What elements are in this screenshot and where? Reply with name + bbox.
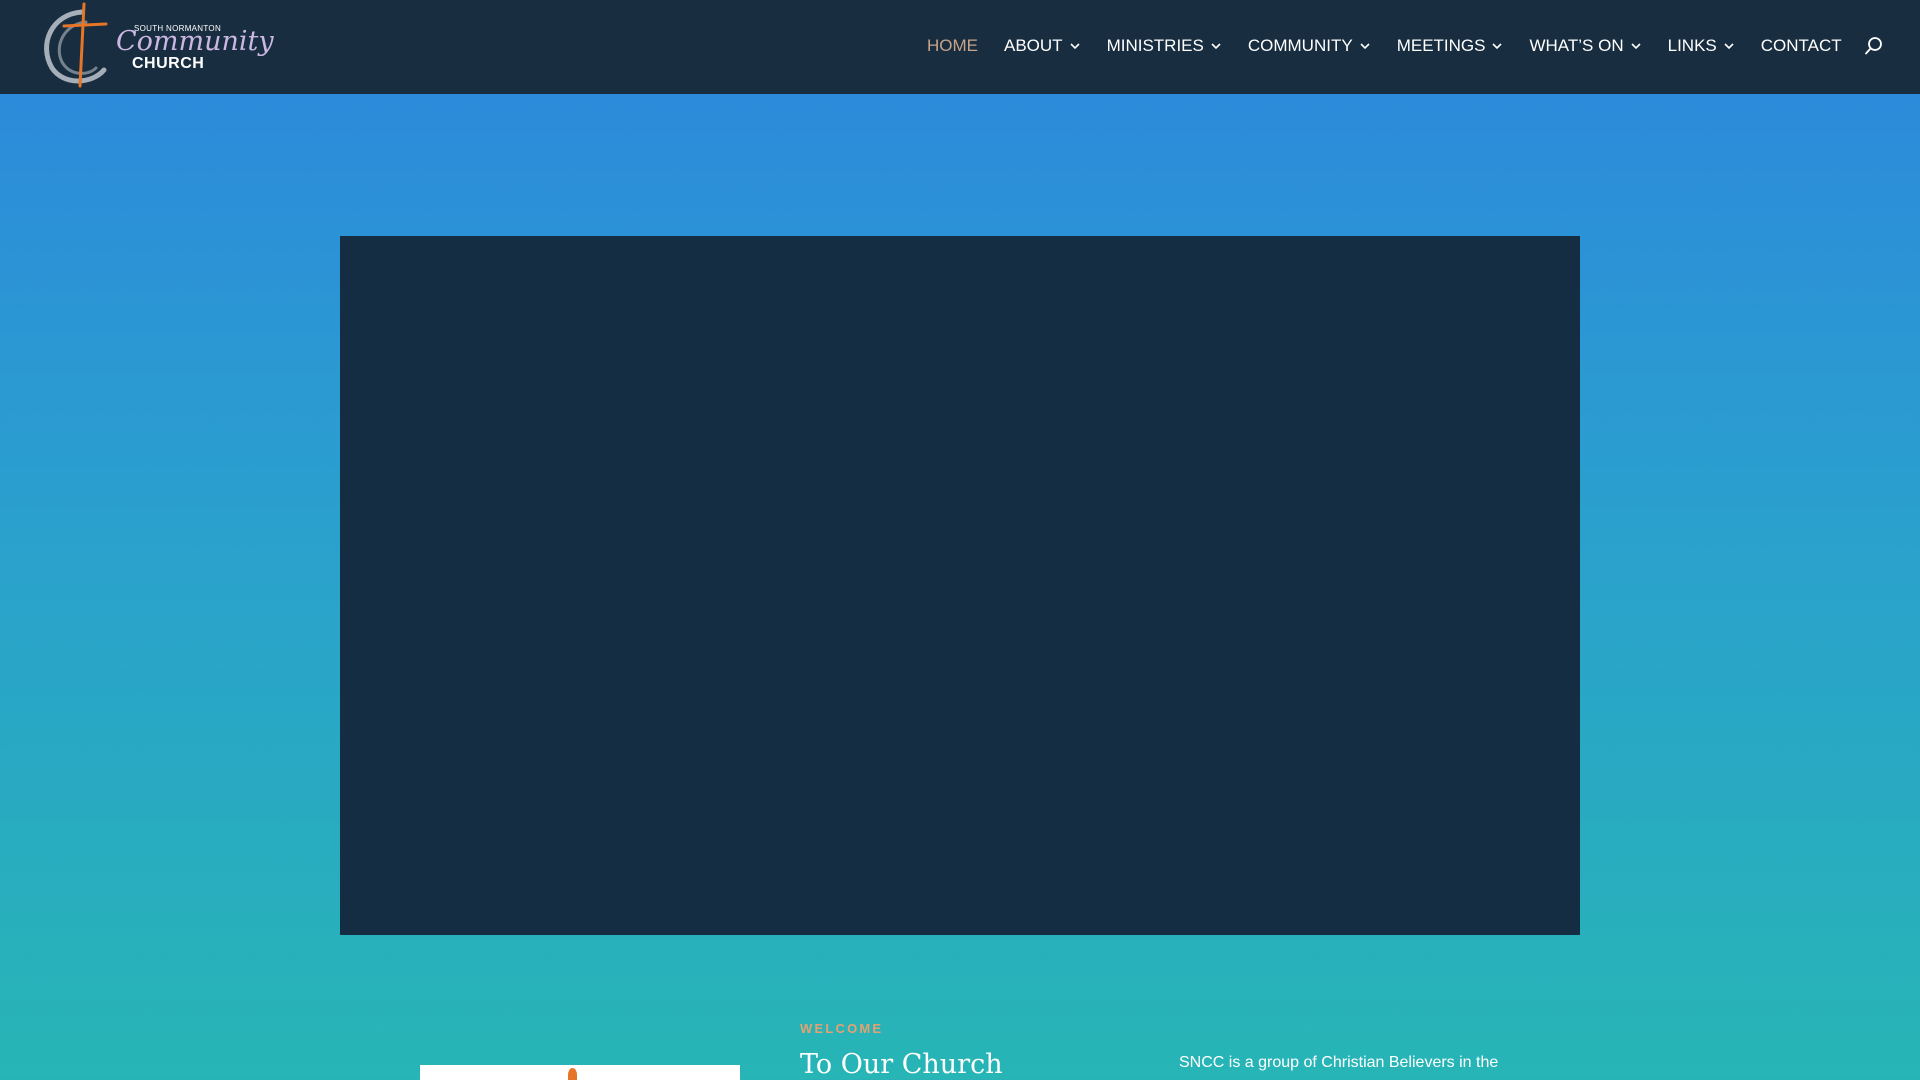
chevron-down-icon <box>1492 43 1503 50</box>
site-logo[interactable]: SOUTH NORMANTON Community CHURCH <box>30 0 274 90</box>
search-icon[interactable] <box>1864 36 1884 56</box>
logo-script-text: Community <box>116 26 274 57</box>
nav-item-contact[interactable]: CONTACT <box>1761 36 1842 56</box>
chevron-down-icon <box>1211 43 1221 50</box>
nav-item-label: COMMUNITY <box>1247 36 1353 55</box>
flame-icon <box>568 1068 577 1080</box>
nav-item-ministries[interactable]: MINISTRIES <box>1107 36 1222 56</box>
site-header: SOUTH NORMANTON Community CHURCH HOME AB… <box>0 0 1920 94</box>
nav-item-label: MEETINGS <box>1396 36 1486 55</box>
nav-item-community[interactable]: COMMUNITY <box>1248 36 1371 56</box>
main-nav: HOME ABOUT MINISTRIES COMMUNITY MEETINGS… <box>927 34 1884 58</box>
chevron-down-icon <box>1631 43 1641 50</box>
chevron-down-icon <box>1360 43 1370 50</box>
nav-item-links[interactable]: LINKS <box>1668 36 1735 56</box>
nav-item-label: HOME <box>927 36 978 55</box>
nav-item-label: CONTACT <box>1760 36 1842 55</box>
nav-item-home[interactable]: HOME <box>927 36 978 56</box>
nav-item-label: WHAT’S ON <box>1529 36 1624 55</box>
nav-item-label: ABOUT <box>1004 36 1063 55</box>
welcome-image <box>420 1065 740 1080</box>
welcome-title: To Our Church <box>800 1049 1003 1080</box>
nav-item-label: MINISTRIES <box>1106 36 1204 55</box>
welcome-eyebrow: WELCOME <box>800 1021 884 1036</box>
chevron-down-icon <box>1724 43 1734 50</box>
nav-item-meetings[interactable]: MEETINGS <box>1397 36 1504 56</box>
logo-main-text: CHURCH <box>132 55 205 72</box>
nav-item-whats-on[interactable]: WHAT’S ON <box>1529 36 1641 56</box>
nav-item-about[interactable]: ABOUT <box>1004 36 1081 56</box>
welcome-body-text: SNCC is a group of Christian Believers i… <box>1179 1054 1499 1071</box>
nav-item-label: LINKS <box>1667 36 1717 55</box>
chevron-down-icon <box>1069 43 1080 50</box>
video-embed[interactable] <box>340 236 1580 935</box>
